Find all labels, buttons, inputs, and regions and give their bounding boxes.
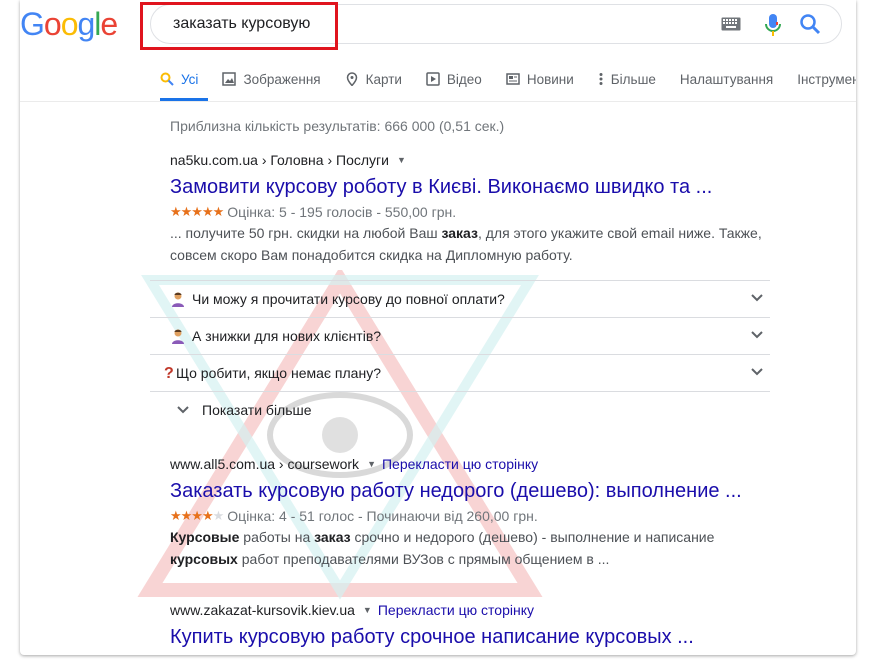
result-breadcrumb: www.zakazat-kursovik.kiev.ua xyxy=(170,602,355,618)
chevron-down-icon[interactable] xyxy=(750,293,764,303)
search-tabs: Усі Зображення Карти Відео Новини Більше… xyxy=(160,62,856,102)
tab-label: Карти xyxy=(365,71,402,87)
chevron-down-icon[interactable] xyxy=(750,367,764,377)
faq-question: Чи можу я прочитати курсову до повної оп… xyxy=(192,291,505,307)
logo-letter: o xyxy=(60,6,79,42)
snippet-bold: заказ xyxy=(314,529,351,545)
show-more-label: Показати більше xyxy=(202,401,312,418)
snippet-bold: Курсовые xyxy=(170,529,240,545)
google-logo[interactable]: Google xyxy=(20,6,118,43)
result-snippet: ... получите 50 грн. скидки на любой Ваш… xyxy=(170,222,770,266)
query-highlight-box xyxy=(140,2,338,50)
dropdown-arrow-icon[interactable]: ▼ xyxy=(363,605,372,615)
show-more-button[interactable]: Показати більше xyxy=(150,391,770,427)
tab-more[interactable]: Більше xyxy=(598,62,656,96)
snippet-text: ... получите 50 грн. скидки на любой Ваш xyxy=(170,225,442,241)
result-title-link[interactable]: Замовити курсову роботу в Києві. Виконає… xyxy=(170,174,770,200)
person-icon xyxy=(172,292,184,307)
star-rating-icon: ★★★★★ xyxy=(170,508,224,523)
search-result: www.all5.com.ua › coursework ▼ Перекласт… xyxy=(170,456,770,570)
more-vert-icon xyxy=(599,73,603,85)
logo-letter: g xyxy=(77,6,95,42)
logo-letter: G xyxy=(20,6,45,42)
snippet-bold: заказ xyxy=(441,225,478,241)
dropdown-arrow-icon[interactable]: ▼ xyxy=(367,459,376,469)
star-rating-icon: ★★★★★ xyxy=(170,204,224,219)
header-divider xyxy=(20,101,856,102)
map-pin-icon xyxy=(346,72,357,86)
result-rating: ★★★★★ Оцінка: 5 - 195 голосів - 550,00 г… xyxy=(170,204,770,220)
keyboard-icon[interactable] xyxy=(721,17,741,31)
search-icon xyxy=(160,72,174,86)
result-url[interactable]: www.zakazat-kursovik.kiev.ua ▼ Перекласт… xyxy=(170,602,694,618)
tab-images[interactable]: Зображення xyxy=(222,62,321,96)
microphone-icon[interactable] xyxy=(765,13,781,37)
search-result: www.zakazat-kursovik.kiev.ua ▼ Перекласт… xyxy=(170,602,694,650)
snippet-text: работы на xyxy=(239,529,315,545)
tab-settings[interactable]: Налаштування xyxy=(680,62,773,96)
translate-page-link[interactable]: Перекласти цю сторінку xyxy=(378,602,534,618)
faq-question: Що робити, якщо немає плану? xyxy=(176,365,381,381)
browser-page: Google заказать курсовую Усі Зображення … xyxy=(20,0,856,655)
video-icon xyxy=(426,72,440,86)
tab-label: Відео xyxy=(446,71,482,87)
result-title-link[interactable]: Купить курсовую работу срочное написание… xyxy=(170,624,694,650)
logo-letter: e xyxy=(100,6,118,42)
tab-label: Налаштування xyxy=(679,71,774,87)
result-breadcrumb: na5ku.com.ua › Головна › Послуги xyxy=(170,152,389,168)
tab-news[interactable]: Новини xyxy=(506,62,574,96)
image-icon xyxy=(222,72,237,86)
tab-maps[interactable]: Карти xyxy=(345,62,402,96)
logo-letter: o xyxy=(43,6,62,42)
snippet-text: работ преподавателями ВУЗов с прямым общ… xyxy=(237,551,610,567)
rating-text: Оцінка: 4 - 51 голос - Починаючи від 260… xyxy=(227,508,538,524)
faq-item[interactable]: Чи можу я прочитати курсову до повної оп… xyxy=(150,280,770,317)
rating-text: Оцінка: 5 - 195 голосів - 550,00 грн. xyxy=(227,204,457,220)
dropdown-arrow-icon[interactable]: ▼ xyxy=(397,155,406,165)
tab-label: Більше xyxy=(610,71,656,87)
faq-item[interactable]: ? Що робити, якщо немає плану? xyxy=(150,354,770,391)
chevron-down-icon[interactable] xyxy=(750,330,764,340)
translate-page-link[interactable]: Перекласти цю сторінку xyxy=(382,456,538,472)
search-result: na5ku.com.ua › Головна › Послуги ▼ Замов… xyxy=(170,152,770,266)
tab-label: Зображення xyxy=(243,71,321,87)
search-icon[interactable] xyxy=(799,13,821,35)
news-icon xyxy=(506,73,520,85)
faq-question: А знижки для нових клієнтів? xyxy=(192,328,382,344)
tab-all[interactable]: Усі xyxy=(160,62,209,101)
result-breadcrumb: www.all5.com.ua › coursework xyxy=(170,456,360,472)
snippet-bold: курсовых xyxy=(170,551,238,567)
tab-label: Усі xyxy=(181,71,199,87)
result-url[interactable]: na5ku.com.ua › Головна › Послуги ▼ xyxy=(170,152,770,168)
result-url[interactable]: www.all5.com.ua › coursework ▼ Перекласт… xyxy=(170,456,770,472)
question-mark-icon: ? xyxy=(164,365,174,382)
chevron-down-icon xyxy=(177,405,189,413)
tab-video[interactable]: Відео xyxy=(426,62,482,96)
tab-tools[interactable]: Інструмент xyxy=(797,62,856,96)
tab-label: Інструмент xyxy=(797,71,856,87)
faq-item[interactable]: А знижки для нових клієнтів? xyxy=(150,317,770,354)
result-rating: ★★★★★ Оцінка: 4 - 51 голос - Починаючи в… xyxy=(170,508,770,524)
result-snippet: Курсовые работы на заказ срочно и недоро… xyxy=(170,526,770,570)
snippet-text: срочно и недорого (дешево) - выполнение … xyxy=(350,529,715,545)
person-icon xyxy=(172,329,184,344)
result-title-link[interactable]: Заказать курсовую работу недорого (дешев… xyxy=(170,478,770,504)
tab-label: Новини xyxy=(526,71,574,87)
result-stats: Приблизна кількість результатів: 666 000… xyxy=(170,118,505,134)
faq-list: Чи можу я прочитати курсову до повної оп… xyxy=(150,280,770,427)
